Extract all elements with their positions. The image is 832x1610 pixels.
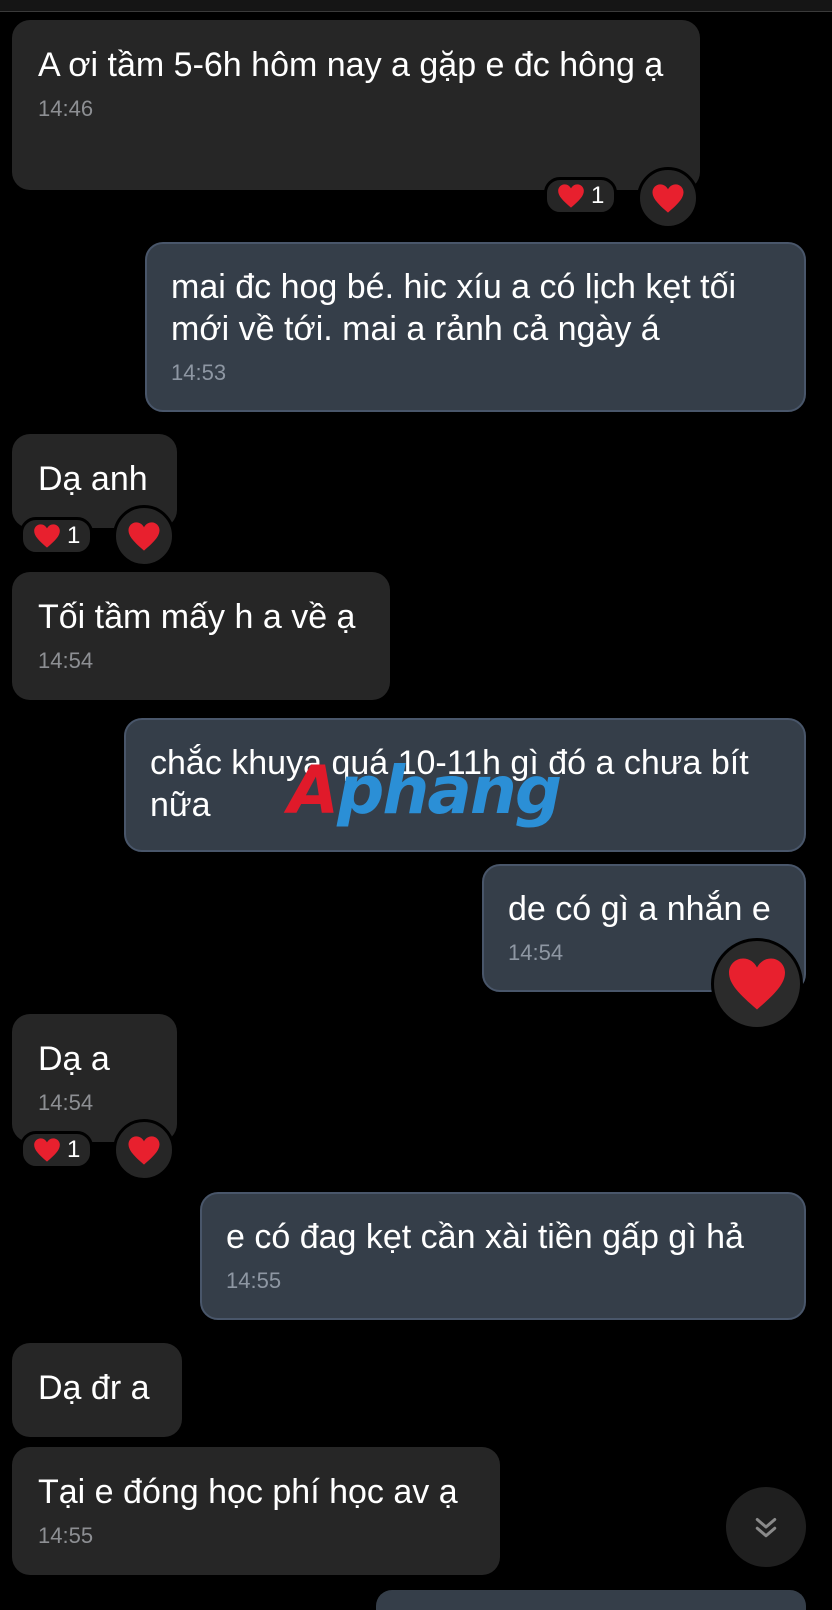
message-bubble-outgoing-partial[interactable] — [376, 1590, 806, 1610]
reaction-count: 1 — [591, 182, 605, 209]
double-chevron-down-icon — [755, 1518, 777, 1538]
message-bubble-incoming[interactable]: Tối tầm mấy h a về ạ 14:54 — [12, 572, 390, 700]
message-text: Dạ đr a — [38, 1369, 150, 1407]
scroll-to-bottom-button[interactable] — [726, 1487, 806, 1567]
reaction-badge[interactable]: 1 — [20, 1131, 94, 1169]
message-timestamp: 14:46 — [38, 96, 94, 121]
message-text: mai đc hog bé. hic xíu a có lịch kẹt tối… — [171, 268, 746, 348]
reaction-count: 1 — [67, 522, 81, 549]
message-timestamp: 14:53 — [171, 360, 227, 385]
message-text: Tại e đóng học phí học av ạ — [38, 1473, 458, 1511]
add-reaction-button[interactable] — [637, 167, 699, 229]
message-bubble-incoming[interactable]: Tại e đóng học phí học av ạ 14:55 — [12, 1447, 500, 1575]
message-timestamp: 14:55 — [38, 1523, 94, 1548]
message-bubble-incoming[interactable]: Dạ đr a — [12, 1343, 182, 1437]
reaction-count: 1 — [67, 1136, 81, 1163]
reaction-badge[interactable]: 1 — [544, 177, 618, 215]
heart-icon — [34, 524, 60, 548]
message-text: Dạ anh — [38, 460, 148, 498]
message-text: A ơi tầm 5-6h hôm nay a gặp e đc hông ạ — [38, 46, 664, 84]
message-bubble-outgoing[interactable]: mai đc hog bé. hic xíu a có lịch kẹt tối… — [145, 242, 806, 412]
message-text: e có đag kẹt cần xài tiền gấp gì hả — [226, 1218, 744, 1256]
heart-icon — [558, 184, 584, 208]
heart-icon — [128, 521, 160, 551]
message-timestamp: 14:54 — [38, 648, 94, 673]
reaction-badge[interactable]: 1 — [20, 517, 94, 555]
watermark-logo: Aphang — [288, 752, 562, 829]
heart-icon — [34, 1138, 60, 1162]
message-bubble-outgoing[interactable]: e có đag kẹt cần xài tiền gấp gì hả 14:5… — [200, 1192, 806, 1320]
message-timestamp: 14:55 — [226, 1268, 282, 1293]
top-bar-edge — [0, 0, 832, 12]
message-timestamp: 14:54 — [38, 1090, 94, 1115]
heart-icon — [652, 183, 684, 213]
reaction-badge[interactable] — [711, 938, 803, 1030]
message-text: Dạ a — [38, 1040, 110, 1078]
add-reaction-button[interactable] — [113, 505, 175, 567]
message-text: Tối tầm mấy h a về ạ — [38, 598, 356, 636]
add-reaction-button[interactable] — [113, 1119, 175, 1181]
heart-icon — [729, 958, 785, 1010]
heart-icon — [128, 1135, 160, 1165]
message-text: de có gì a nhắn e — [508, 890, 771, 928]
message-bubble-incoming[interactable]: A ơi tầm 5-6h hôm nay a gặp e đc hông ạ … — [12, 20, 700, 190]
